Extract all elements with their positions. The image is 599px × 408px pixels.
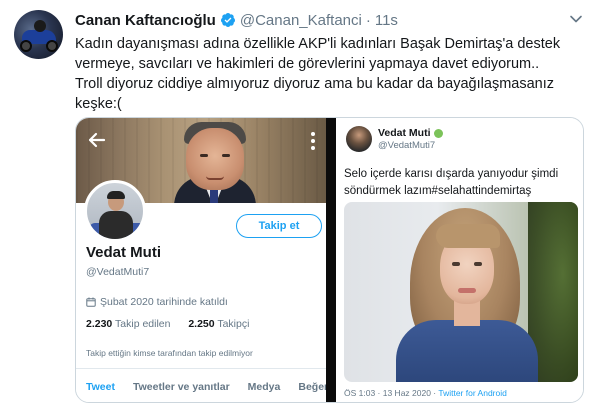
tweet-text-line: Troll diyoruz ciddiye almıyoruz diyoruz … xyxy=(75,76,554,92)
back-arrow-icon xyxy=(88,132,106,148)
tweet-text-line: vermeye, savcıları ve hakimleri de görev… xyxy=(75,56,540,72)
profile-screenshot: Takip et Vedat Muti @VedatMuti7 Şubat 20… xyxy=(76,118,330,402)
embedded-tweet-line: Selo içerde karısı dışarda yanıyodur şim… xyxy=(344,168,559,180)
embedded-author-name: Vedat Muti xyxy=(378,127,431,139)
followers-count: 2.250 xyxy=(188,318,215,330)
embedded-tweet-footer: ÖS 1:03 · 13 Haz 2020 · Twitter for Andr… xyxy=(344,388,507,398)
tab-tweets-and-replies: Tweetler ve yanıtlar xyxy=(132,381,230,393)
author-handle[interactable]: @Canan_Kaftanci xyxy=(240,12,362,29)
embedded-author-avatar xyxy=(346,126,372,152)
tab-media: Medya xyxy=(247,381,281,393)
joined-date: Şubat 2020 tarihinde katıldı xyxy=(100,296,228,308)
tweet-text-line: Kadın dayanışması adına özellikle AKP'li… xyxy=(75,36,561,52)
embedded-tweet-time: ÖS 1:03 · 13 Haz 2020 · xyxy=(344,388,439,398)
following-label: Takip edilen xyxy=(115,318,171,330)
embedded-tweet-source: Twitter for Android xyxy=(438,388,507,398)
tweet-media-image[interactable]: Takip et Vedat Muti @VedatMuti7 Şubat 20… xyxy=(75,117,584,403)
tab-tweets: Tweet xyxy=(76,369,123,402)
tweet-text: Kadın dayanışması adına özellikle AKP'li… xyxy=(75,34,585,114)
follow-context-note: Takip ettiğin kimse tarafından takip edi… xyxy=(86,348,253,358)
tweet-screenshot: Vedat Muti @VedatMuti7 Selo içerde karıs… xyxy=(336,118,583,402)
green-circle-icon xyxy=(433,128,443,138)
author-name[interactable]: Canan Kaftancıoğlu xyxy=(75,12,216,29)
profile-tabs: Tweet Tweetler ve yanıtlar Medya Beğen xyxy=(76,368,330,402)
profile-stats: 2.230 Takip edilen 2.250 Takipçi xyxy=(86,318,249,330)
profile-name: Vedat Muti xyxy=(86,244,162,261)
tweet-timestamp[interactable]: 11s xyxy=(375,12,398,29)
embedded-author-row: Vedat Muti xyxy=(378,127,443,139)
profile-joined: Şubat 2020 tarihinde katıldı xyxy=(86,296,228,308)
embedded-tweet-line: söndürmek lazım#selahattindemirtaş xyxy=(344,185,532,197)
followers-label: Takipçi xyxy=(217,318,250,330)
image-divider xyxy=(326,118,336,402)
tweet-text-line: keşke:( xyxy=(75,96,122,112)
author-avatar[interactable] xyxy=(14,10,63,59)
follow-button: Takip et xyxy=(236,214,322,238)
tweet: Canan Kaftancıoğlu @Canan_Kaftanci · 11s… xyxy=(0,0,599,408)
verified-badge-icon xyxy=(220,13,235,27)
embedded-photo xyxy=(344,202,578,382)
profile-picture xyxy=(84,180,146,242)
tweet-header: Canan Kaftancıoğlu @Canan_Kaftanci · 11s xyxy=(75,10,398,30)
embedded-author-handle: @VedatMuti7 xyxy=(378,140,436,151)
chevron-down-icon[interactable] xyxy=(569,12,583,26)
following-count: 2.230 xyxy=(86,318,113,330)
embedded-tweet-text: Selo içerde karısı dışarda yanıyodur şim… xyxy=(344,166,580,200)
more-options-icon xyxy=(311,132,315,150)
separator-dot: · xyxy=(365,11,371,29)
calendar-icon xyxy=(86,297,96,307)
profile-handle: @VedatMuti7 xyxy=(86,266,150,278)
